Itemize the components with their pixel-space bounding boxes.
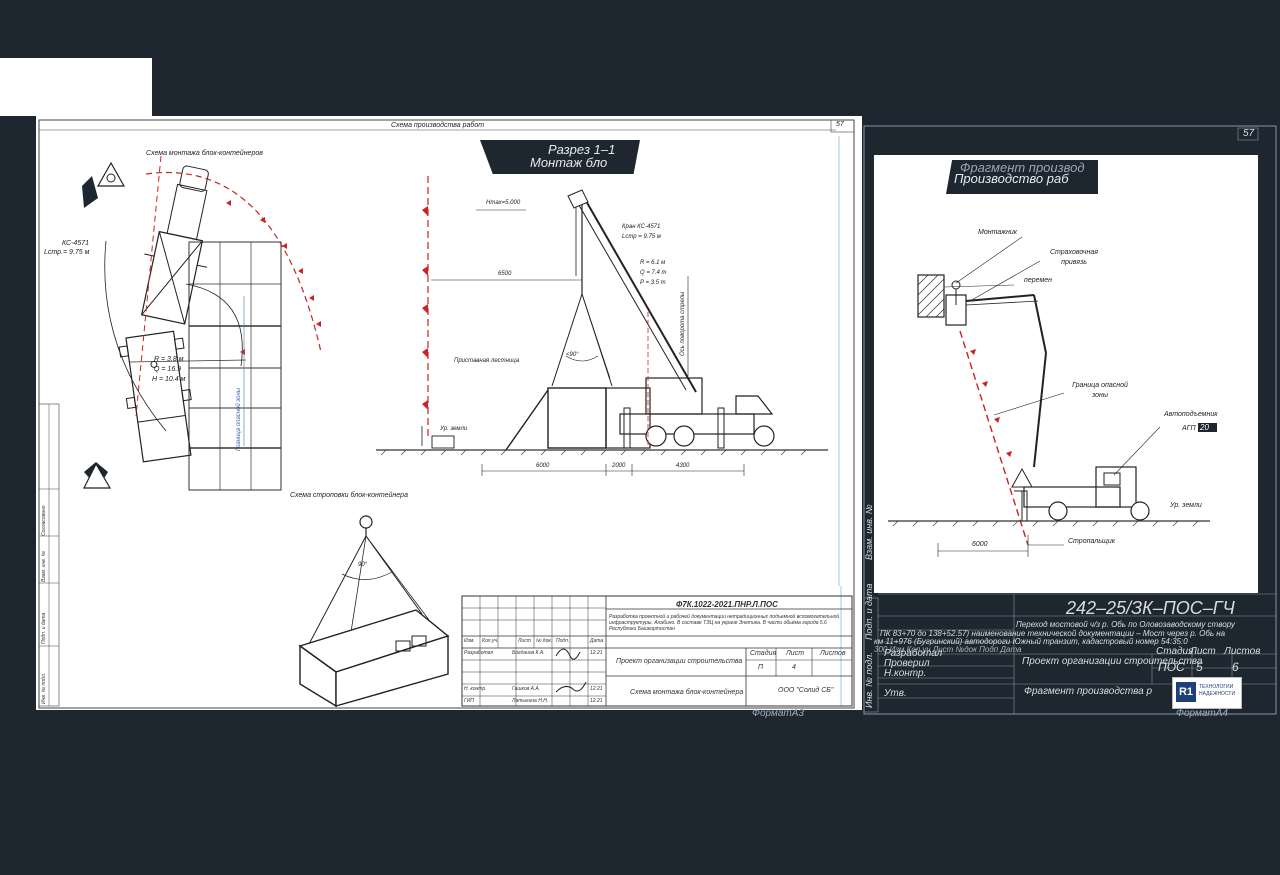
- tb-col-doc: № док.: [536, 638, 553, 644]
- tb-row-role: Н. контр.: [464, 686, 487, 692]
- side-stamp: Инв. № подл.: [41, 672, 47, 704]
- label-danger: Граница опасной зоны: [1072, 382, 1128, 399]
- sheet-a4-paper[interactable]: Фрагмент производ Производство раб Монта…: [874, 155, 1258, 593]
- label-agp: АГП: [1182, 425, 1196, 432]
- section-sling-angle: <90°: [566, 352, 579, 358]
- plan-zone-label: Граница опасной зоны: [236, 387, 242, 451]
- tb-col-list: Лист: [518, 638, 531, 644]
- a4-sheet-name: Фрагмент производства р: [1024, 686, 1153, 697]
- a4-side-stamp: Инв. № подл.: [864, 652, 874, 708]
- tb-col-kol: Кол.уч.: [482, 638, 499, 644]
- section-dim-top: 6500: [498, 271, 512, 277]
- cad-viewport[interactable]: Схема производства работ 57 Разрез 1–1 М…: [0, 0, 1280, 875]
- tb-sheet-hdr: Лист: [786, 650, 805, 657]
- tb-row-role: Разработал: [464, 650, 494, 656]
- a4-banner: Фрагмент производ Производство раб: [946, 160, 1098, 194]
- tb-row-date: 12.21: [590, 698, 603, 704]
- label-ground: Ур. земли: [1170, 502, 1202, 509]
- section-stairs: Приставная лестница: [454, 358, 520, 364]
- side-stamp: Подп. и дата: [41, 612, 47, 644]
- sling-angle: 90°: [358, 562, 368, 568]
- plan-q-label: Q = 16.9: [154, 366, 182, 373]
- tb-stage-hdr: Стадия: [750, 650, 777, 657]
- label-harness: Страховочная привязь: [1049, 249, 1099, 266]
- plan-crane-label: КС-4571: [62, 240, 90, 247]
- tb-row-date: 12.21: [590, 686, 603, 692]
- section-dim-a: 6000: [536, 463, 550, 469]
- section-dim-b: 2000: [612, 463, 626, 469]
- section-q: Q = 7.4 т: [640, 270, 667, 276]
- tb-col-podp: Подп.: [556, 638, 570, 644]
- section-dim-c: 4300: [676, 463, 690, 469]
- tb-sheet: 4: [792, 664, 796, 671]
- logo-mark: R1: [1176, 682, 1196, 702]
- tb-code: Ф7К.1022-2021.ПНР.Л.ПОС: [676, 600, 778, 609]
- sheet-header-title: Схема производства работ: [391, 122, 485, 129]
- section-p: P = 3.5 т: [640, 280, 666, 286]
- a4-stage: ПОС: [1158, 660, 1185, 674]
- tb-stage: П: [758, 664, 764, 671]
- label-installer: Монтажник: [978, 229, 1018, 236]
- tb-row-name: Гашков А.А.: [512, 686, 541, 692]
- a4-nkontr: Н.контр.: [884, 668, 927, 679]
- side-stamp: Взам. инв. №: [41, 551, 47, 582]
- section-hmax: Hmax=5.000: [486, 200, 521, 206]
- tb-row-role: ГИП: [464, 698, 474, 704]
- a4-sheets-hdr: Листов: [1224, 646, 1261, 657]
- a4-side-stamp: Подп. и дата: [864, 583, 874, 640]
- label-agp-num: 20: [1198, 423, 1217, 432]
- tb-desc: Разработка проектной и рабочей документа…: [609, 614, 840, 632]
- a4-banner-line2: Производство раб: [954, 171, 1069, 186]
- tb-sheet-name: Схема монтажа блок-контейнера: [630, 689, 744, 696]
- section-ground: Ур. земли: [440, 426, 468, 432]
- section-boom: Lстр = 9.75 м: [622, 234, 661, 240]
- format-a3-label: ФорматА3: [752, 708, 804, 719]
- label-dim: 6000: [972, 541, 988, 548]
- sling-title: Схема строповки блок-контейнера: [290, 492, 408, 499]
- label-beam: перемен: [1024, 277, 1052, 284]
- tb-sheets-hdr: Листов: [820, 650, 846, 657]
- section-boom-axis: Ось поворота стрелы: [680, 291, 686, 356]
- logo-text: ТЕХНОЛОГИИ НАДЕЖНОСТИ: [1199, 684, 1236, 697]
- tb-row-date: 12.21: [590, 650, 603, 656]
- plan-boom-label: Lстр.= 9.75 м: [44, 249, 90, 256]
- section-banner: Разрез 1–1 Монтаж бло: [480, 140, 640, 174]
- sheet-a3[interactable]: Схема производства работ 57 Разрез 1–1 М…: [36, 116, 862, 710]
- banner-line2: Монтаж бло: [530, 155, 608, 170]
- model-space-area: [0, 58, 152, 116]
- side-stamp: Согласовано: [41, 505, 47, 537]
- a4-sheet: 5: [1196, 660, 1203, 674]
- a4-page-number: 57: [1243, 128, 1255, 139]
- company-logo: R1 ТЕХНОЛОГИИ НАДЕЖНОСТИ: [1172, 677, 1242, 709]
- tb-row-name: Богданов К.А.: [512, 650, 545, 656]
- a4-code: 242–25/ЗК–ПОС–ГЧ: [1066, 598, 1235, 618]
- label-slinger: Стропальщик: [1068, 538, 1116, 545]
- section-r: R = 6.1 м: [640, 260, 666, 266]
- tb-col-date: Дата: [590, 638, 604, 644]
- format-a4-label: ФорматА4: [1176, 708, 1228, 719]
- tb-col-izm: Изм.: [464, 638, 475, 644]
- tb-company: ООО "Солид СБ": [778, 687, 834, 694]
- sheet-a4-drawing: [888, 236, 1210, 557]
- section-crane: Кран КС-4571: [622, 224, 661, 230]
- tb-row-name: Латыгина Н.Н.: [512, 698, 549, 704]
- a4-utv: Утв.: [884, 688, 907, 699]
- label-aerial: Автоподъемник: [1164, 411, 1218, 418]
- a4-desc-line1: Переход мостовой ч/з р. Обь по Оловозаво…: [1016, 620, 1235, 629]
- page-number: 57: [836, 121, 844, 128]
- a4-side-stamp: Взам. инв. №: [864, 504, 874, 560]
- tb-project: Проект организации строительства: [616, 658, 743, 665]
- plan-r-label: R = 3.8 м: [154, 356, 184, 363]
- a4-sheets: 6: [1232, 660, 1239, 674]
- plan-title: Схема монтажа блок-контейнеров: [146, 150, 263, 157]
- plan-h-label: H = 10.4 м: [152, 376, 186, 383]
